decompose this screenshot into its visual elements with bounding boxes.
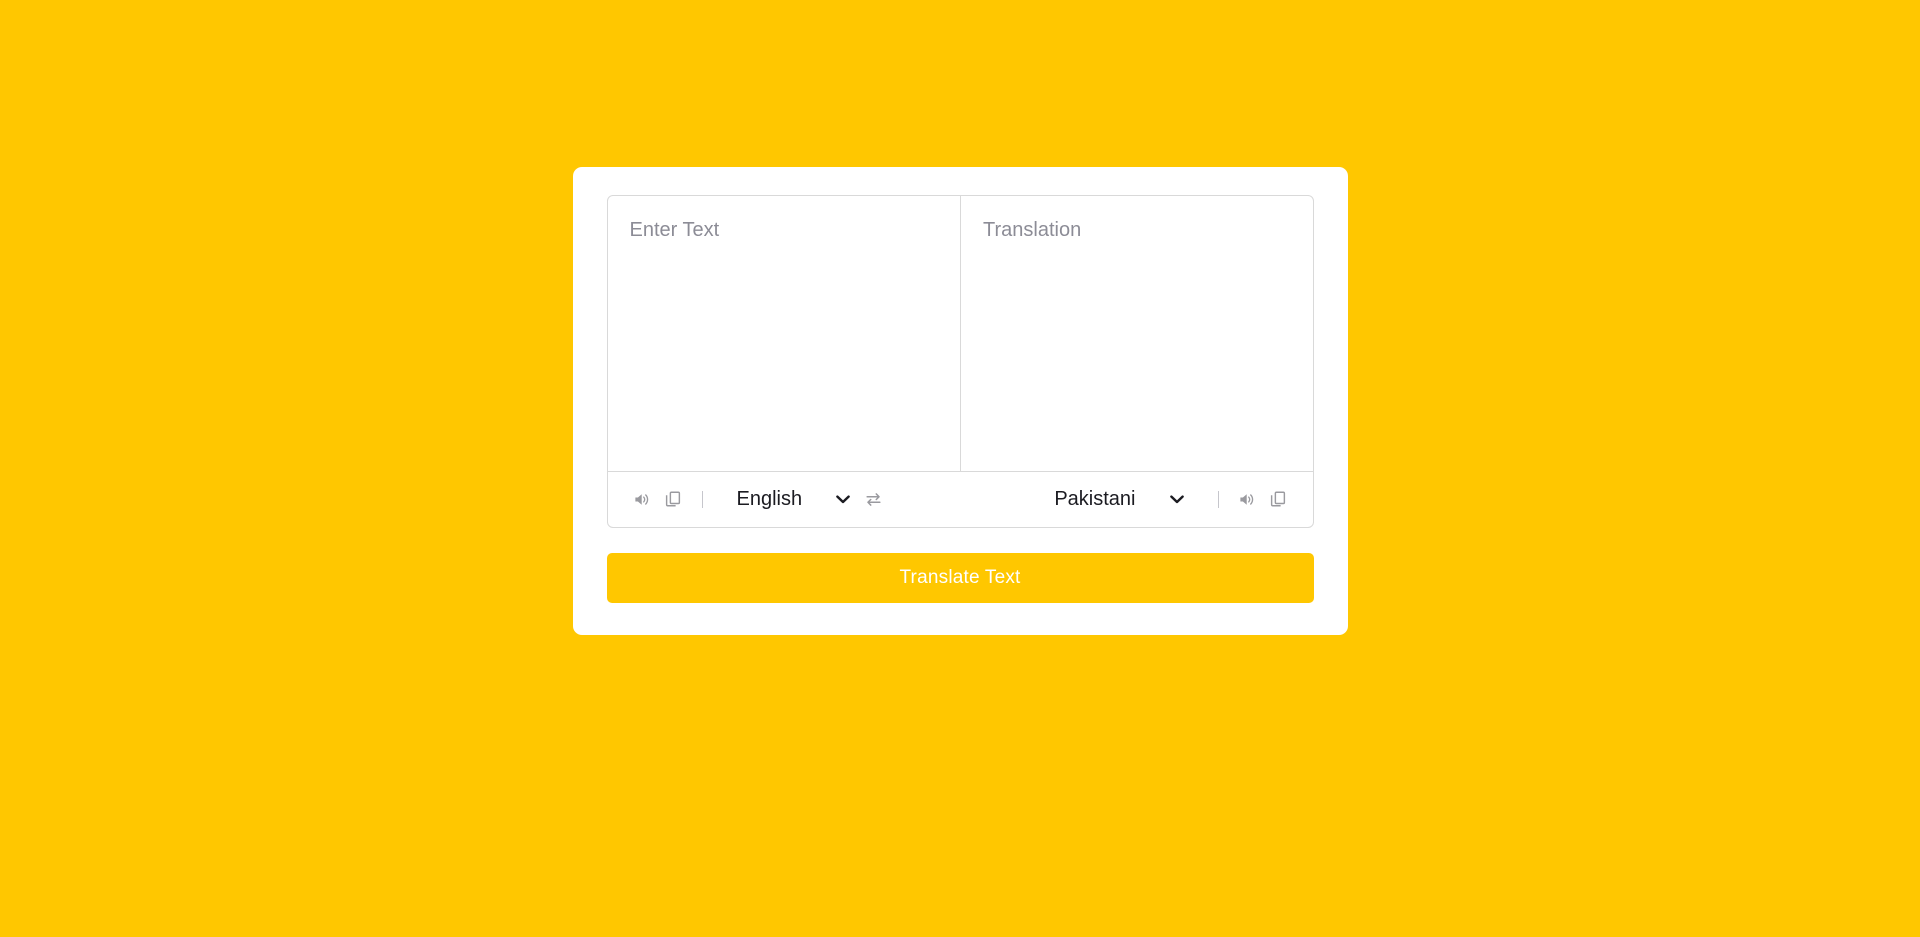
chevron-down-icon: [1169, 494, 1184, 503]
target-text-area: [960, 195, 1313, 471]
swap-horizontal-icon: [866, 492, 881, 506]
source-text-area: [607, 195, 960, 471]
target-divider: [1217, 490, 1219, 508]
chevron-down-icon: [836, 494, 850, 503]
source-language-select[interactable]: English: [731, 484, 857, 515]
copy-icon: [665, 491, 680, 507]
source-language-label: English: [736, 487, 803, 510]
target-copy-button[interactable]: [1263, 484, 1293, 514]
translation-output[interactable]: [961, 195, 1313, 471]
source-text-input[interactable]: [607, 195, 960, 471]
source-copy-button[interactable]: [658, 484, 688, 514]
target-controls: Pakistani: [960, 484, 1313, 515]
source-divider: [701, 490, 703, 508]
translator-panel: English Pakistani: [606, 194, 1314, 528]
text-areas: [607, 195, 1313, 471]
volume-icon: [635, 493, 649, 505]
source-controls: English: [608, 484, 961, 515]
swap-languages-button[interactable]: [856, 484, 890, 514]
translator-card: English Pakistani: [572, 166, 1348, 635]
control-bar: English Pakistani: [607, 470, 1313, 527]
target-language-label: Pakistani: [1054, 487, 1136, 510]
source-speak-button[interactable]: [628, 484, 658, 514]
target-language-select[interactable]: Pakistani: [1048, 484, 1189, 515]
copy-icon: [1270, 491, 1285, 507]
volume-icon: [1240, 493, 1254, 505]
target-speak-button[interactable]: [1233, 484, 1263, 514]
translate-button[interactable]: Translate Text: [606, 552, 1314, 603]
